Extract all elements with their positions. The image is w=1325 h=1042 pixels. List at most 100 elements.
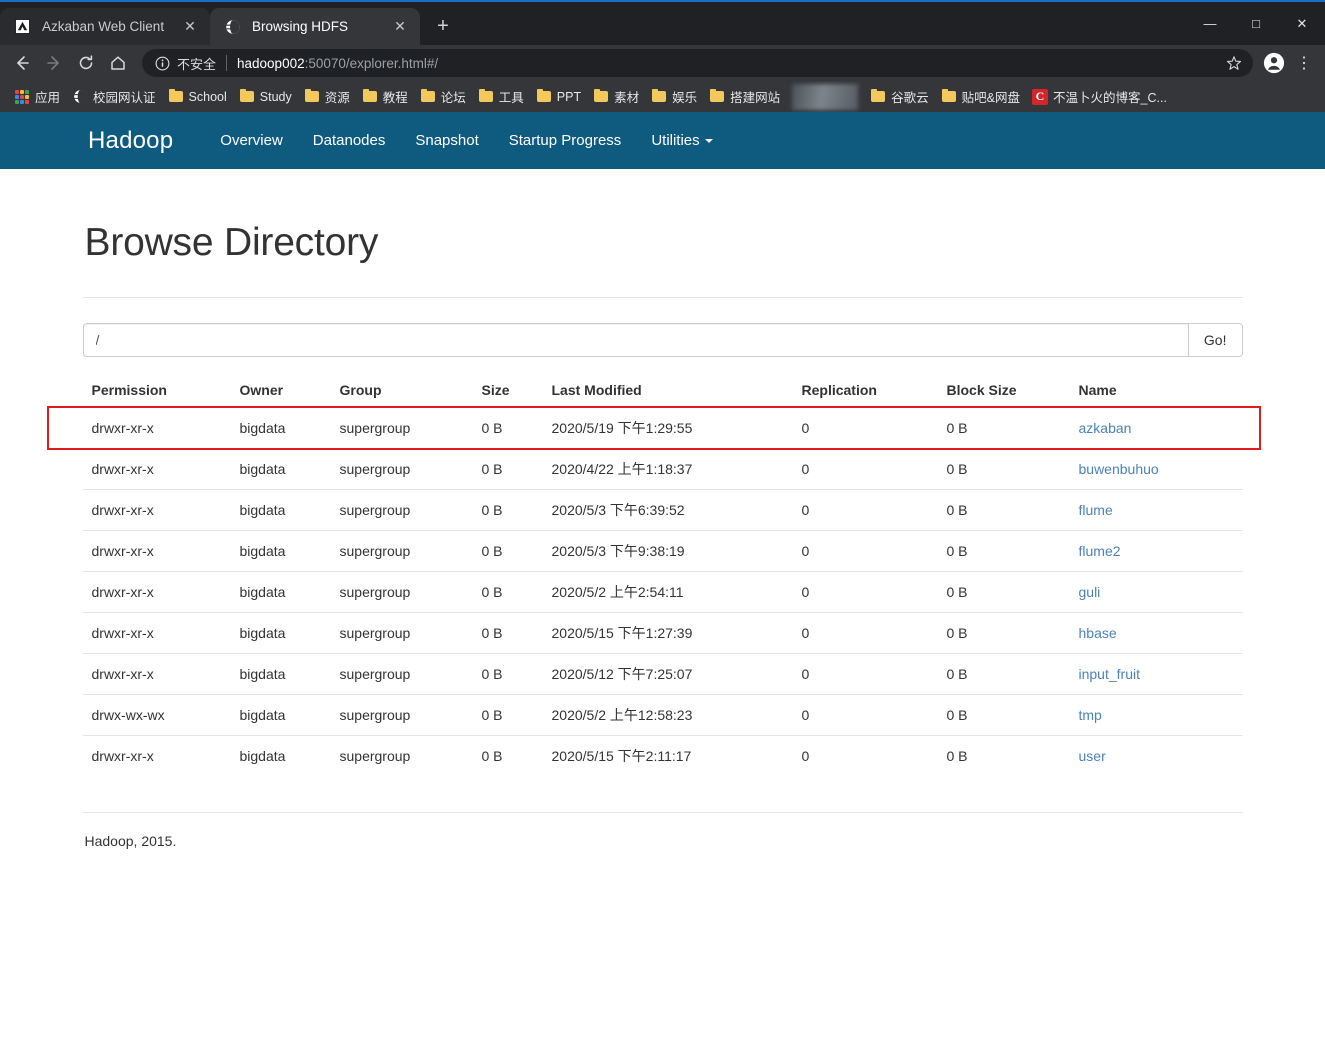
cell-block-size: 0 B [937, 530, 1070, 572]
nav-item-utilities[interactable]: Utilities [636, 132, 727, 149]
directory-link-tmp[interactable]: tmp [1079, 707, 1102, 723]
bookmark-study[interactable]: Study [233, 86, 298, 108]
cell-size: 0 B [472, 530, 543, 572]
bookmark-campus-auth[interactable]: 校园网认证 [66, 84, 162, 109]
bookmark-censored[interactable] [792, 83, 859, 110]
column-header-permission: Permission [82, 374, 231, 408]
table-row[interactable]: drwxr-xr-x bigdata supergroup 0 B 2020/5… [82, 571, 1243, 613]
cell-last-modified: 2020/5/3 下午6:39:52 [542, 489, 793, 531]
bookmark-tools[interactable]: 工具 [472, 84, 530, 109]
cell-permission: drwxr-xr-x [82, 448, 231, 490]
bookmark-google-cloud[interactable]: 谷歌云 [864, 84, 935, 109]
table-row[interactable]: drwxr-xr-x bigdata supergroup 0 B 2020/5… [82, 530, 1243, 572]
column-header-last-modified: Last Modified [542, 374, 793, 408]
nav-item-datanodes[interactable]: Datanodes [298, 132, 401, 149]
bookmark-build-site[interactable]: 搭建网站 [703, 84, 786, 109]
cell-block-size: 0 B [937, 694, 1070, 736]
bookmark-apps[interactable]: 应用 [8, 84, 66, 109]
window-controls: — □ ✕ [1187, 2, 1325, 45]
hadoop-brand[interactable]: Hadoop [88, 127, 173, 155]
close-icon[interactable]: ✕ [390, 17, 410, 37]
omnibox-divider [226, 55, 228, 71]
cell-replication: 0 [792, 612, 938, 654]
directory-link-azkaban[interactable]: azkaban [1079, 420, 1132, 436]
nav-item-overview[interactable]: Overview [205, 132, 298, 149]
window-close-button[interactable]: ✕ [1279, 2, 1325, 45]
bookmark-entertainment[interactable]: 娱乐 [645, 84, 703, 109]
cell-permission: drwxr-xr-x [91, 420, 154, 436]
cell-replication: 0 [792, 735, 938, 776]
azkaban-icon [14, 18, 31, 35]
path-input[interactable] [82, 323, 1188, 357]
cell-owner: bigdata [230, 612, 331, 654]
cell-last-modified: 2020/5/19 下午1:29:55 [551, 420, 693, 436]
bookmark-label: 不温卜火的博客_C... [1053, 91, 1167, 105]
nav-item-snapshot[interactable]: Snapshot [400, 132, 493, 149]
forward-icon[interactable] [38, 47, 70, 79]
cell-replication: 0 [792, 694, 938, 736]
reload-icon[interactable] [70, 47, 102, 79]
url-host: hadoop002 [237, 55, 305, 71]
cell-owner: bigdata [230, 489, 331, 531]
bookmark-forums[interactable]: 论坛 [414, 84, 472, 109]
cell-group: supergroup [330, 489, 473, 531]
bookmark-label: Study [259, 89, 292, 104]
cell-name: hbase [1069, 612, 1243, 654]
minimize-button[interactable]: — [1187, 2, 1233, 45]
cell-replication: 0 [792, 571, 938, 613]
info-circle-icon[interactable] [154, 55, 170, 71]
table-row[interactable]: drwxr-xr-x bigdata supergroup 0 B 2020/5… [82, 612, 1243, 654]
close-icon[interactable]: ✕ [180, 17, 200, 37]
bookmark-star-icon[interactable] [1221, 55, 1247, 71]
maximize-button[interactable]: □ [1233, 2, 1279, 45]
bookmark-csdn-blog[interactable]: C 不温卜火的博客_C... [1026, 84, 1173, 109]
cell-owner: bigdata [230, 448, 331, 490]
back-icon[interactable] [6, 47, 38, 79]
table-row[interactable]: drwx-wx-wx bigdata supergroup 0 B 2020/5… [82, 694, 1243, 736]
cell-last-modified: 2020/5/15 下午1:27:39 [542, 612, 793, 654]
bookmark-school[interactable]: School [162, 86, 233, 108]
cell-group: supergroup [330, 612, 473, 654]
cell-block-size: 0 B [946, 420, 968, 436]
table-row[interactable]: drwxr-xr-x bigdata supergroup 0 B 2020/5… [82, 489, 1243, 531]
cell-owner: bigdata [230, 530, 331, 572]
home-icon[interactable] [102, 47, 134, 79]
new-tab-button[interactable]: + [428, 11, 458, 41]
bookmark-materials[interactable]: 素材 [587, 84, 645, 109]
directory-link-buwenbuhuo[interactable]: buwenbuhuo [1079, 461, 1159, 477]
browser-tab-browsing-hdfs[interactable]: Browsing HDFS ✕ [210, 8, 420, 45]
folder-icon [362, 88, 378, 105]
cell-replication: 0 [792, 530, 938, 572]
bookmark-ppt[interactable]: PPT [530, 86, 587, 108]
table-row[interactable]: drwxr-xr-x bigdata supergroup 0 B 2020/5… [83, 407, 1243, 449]
browser-menu-icon[interactable]: ⋮ [1289, 48, 1319, 78]
table-row[interactable]: drwxr-xr-x bigdata supergroup 0 B 2020/4… [82, 448, 1243, 490]
bookmark-label: 教程 [382, 91, 408, 105]
folder-icon [941, 88, 957, 105]
bookmark-tutorials[interactable]: 教程 [356, 84, 414, 109]
folder-icon [304, 88, 320, 105]
profile-avatar-icon[interactable] [1259, 48, 1289, 78]
folder-icon [536, 88, 552, 105]
directory-link-flume[interactable]: flume [1079, 502, 1113, 518]
cell-name: flume [1069, 489, 1243, 531]
url-path: :50070/explorer.html#/ [304, 55, 439, 71]
directory-link-hbase[interactable]: hbase [1079, 625, 1117, 641]
bookmark-tieba-netdisk[interactable]: 贴吧&网盘 [935, 84, 1026, 109]
directory-link-input-fruit[interactable]: input_fruit [1079, 666, 1140, 682]
table-row[interactable]: drwxr-xr-x bigdata supergroup 0 B 2020/5… [82, 653, 1243, 695]
cell-last-modified: 2020/5/2 上午12:58:23 [542, 694, 793, 736]
cell-size: 0 B [472, 735, 543, 776]
cell-group: supergroup [330, 653, 473, 695]
cell-block-size: 0 B [937, 571, 1070, 613]
nav-item-startup-progress[interactable]: Startup Progress [494, 132, 637, 149]
directory-link-flume2[interactable]: flume2 [1079, 543, 1121, 559]
cell-replication: 0 [792, 489, 938, 531]
browser-tab-azkaban[interactable]: Azkaban Web Client ✕ [0, 8, 210, 45]
table-row[interactable]: drwxr-xr-x bigdata supergroup 0 B 2020/5… [82, 735, 1243, 776]
go-button[interactable]: Go! [1187, 323, 1243, 357]
address-bar[interactable]: 不安全 hadoop002:50070/explorer.html#/ [142, 49, 1253, 77]
directory-link-guli[interactable]: guli [1079, 584, 1101, 600]
directory-link-user[interactable]: user [1079, 748, 1106, 764]
bookmark-resources[interactable]: 资源 [298, 84, 356, 109]
